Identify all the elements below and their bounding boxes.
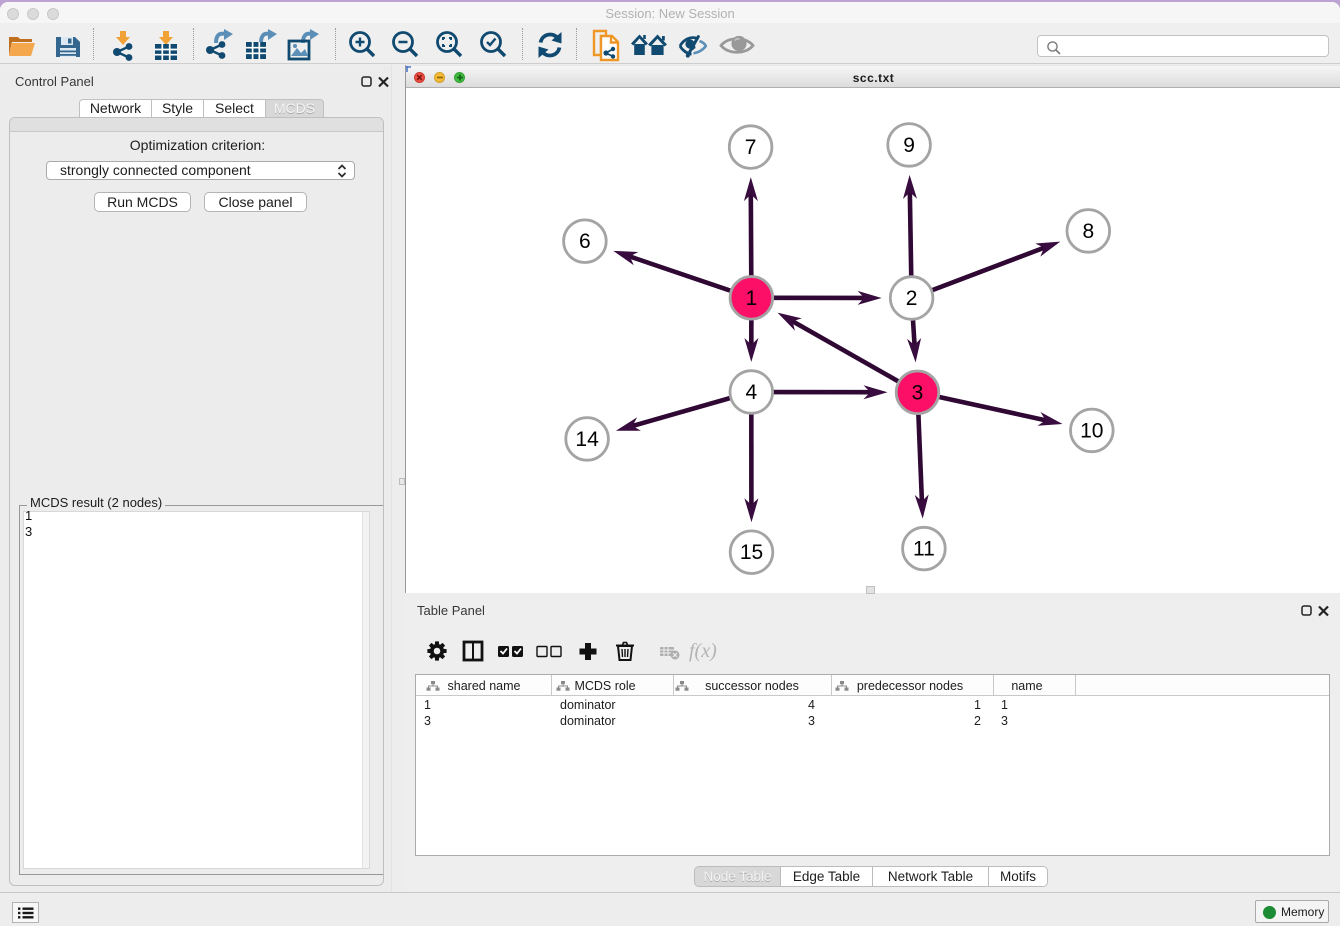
- svg-text:7: 7: [745, 136, 757, 159]
- svg-text:15: 15: [740, 541, 763, 564]
- svg-text:11: 11: [913, 538, 935, 561]
- svg-text:9: 9: [903, 134, 915, 157]
- svg-text:8: 8: [1082, 220, 1094, 243]
- svg-text:14: 14: [575, 428, 599, 451]
- svg-text:3: 3: [912, 381, 924, 404]
- svg-text:1: 1: [746, 287, 758, 310]
- svg-text:10: 10: [1080, 419, 1103, 442]
- svg-text:6: 6: [579, 230, 591, 253]
- svg-text:4: 4: [745, 381, 757, 404]
- svg-text:2: 2: [906, 287, 918, 310]
- svg-text:f(x): f(x): [689, 640, 717, 662]
